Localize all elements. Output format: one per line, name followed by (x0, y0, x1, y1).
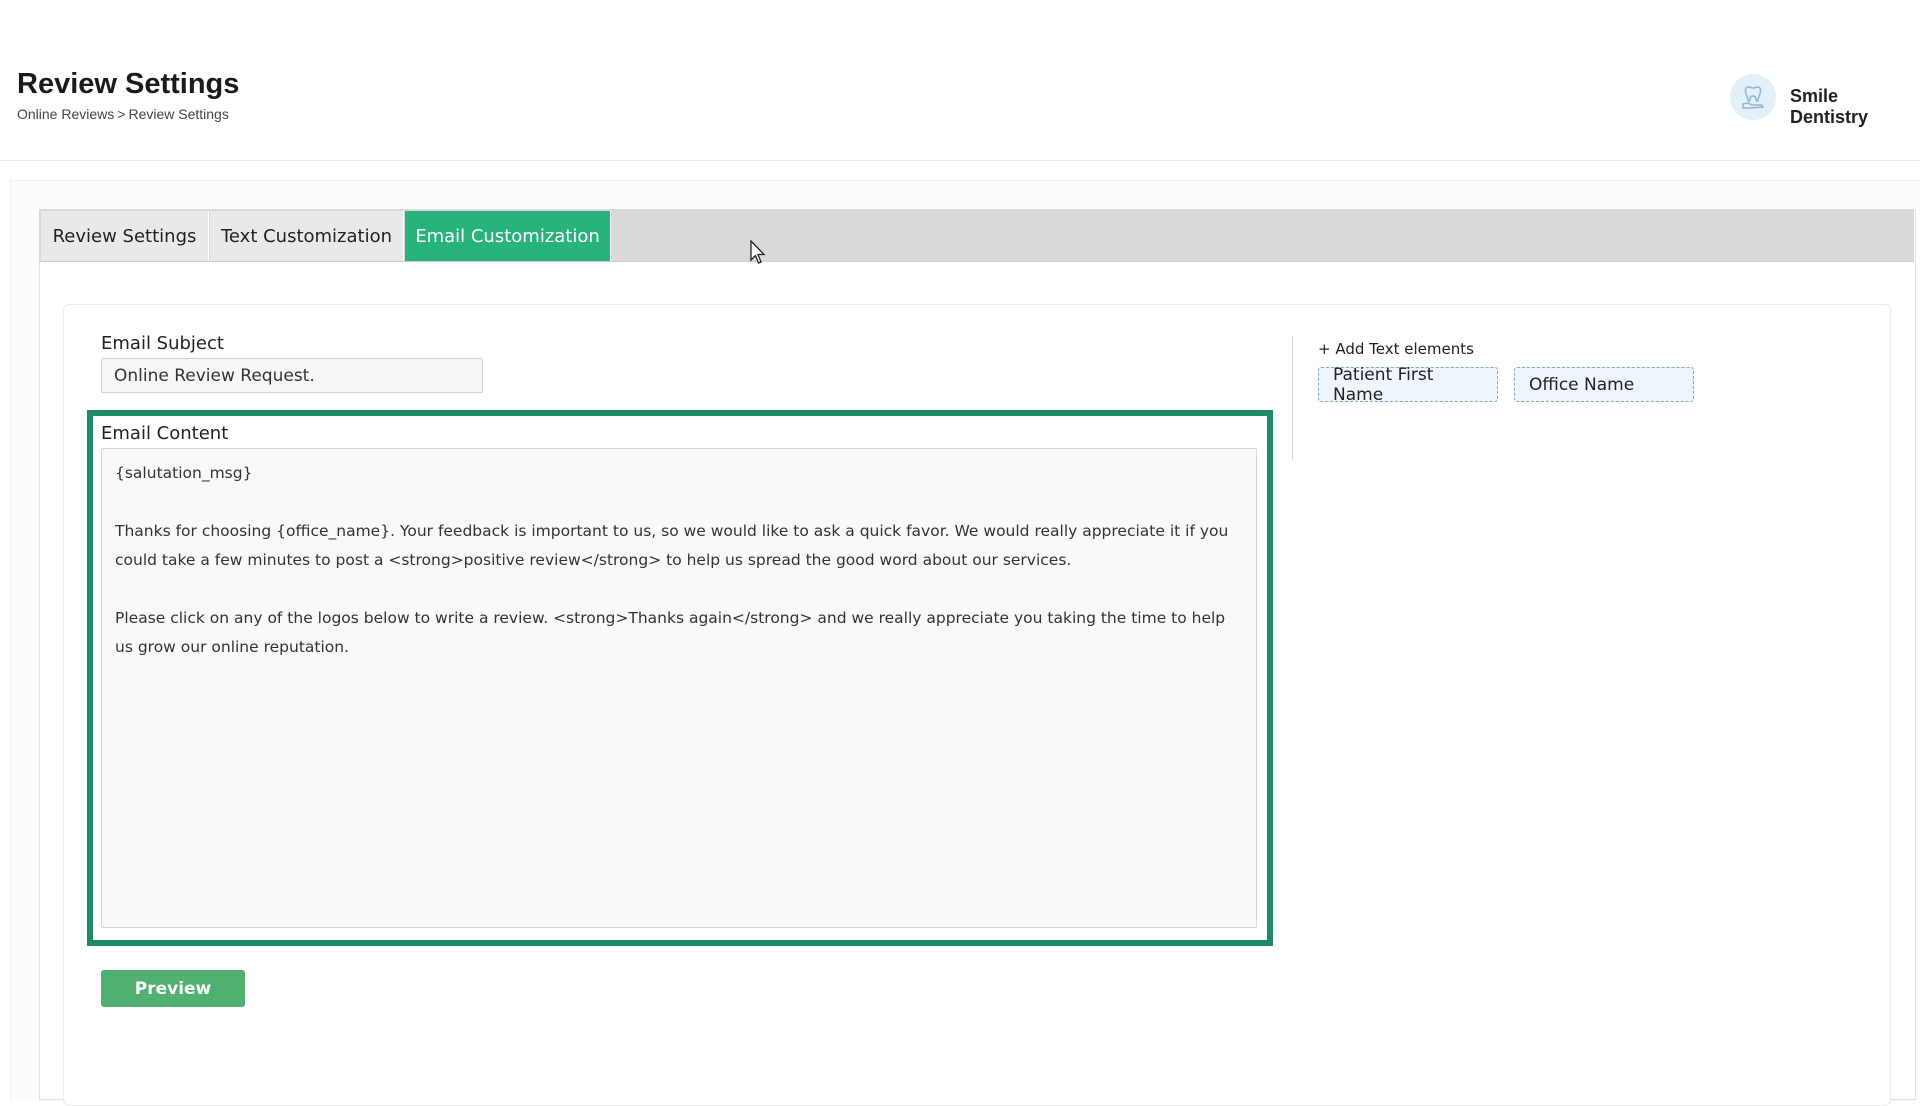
content-line-salutation: {salutation_msg} (115, 464, 253, 482)
email-subject-label: Email Subject (101, 333, 224, 354)
chip-office-name[interactable]: Office Name (1514, 367, 1694, 402)
page-title: Review Settings (17, 68, 240, 100)
breadcrumb-separator: > (117, 106, 126, 122)
preview-button[interactable]: Preview (101, 970, 245, 1007)
add-text-elements-label: + Add Text elements (1318, 340, 1474, 358)
breadcrumb-parent[interactable]: Online Reviews (17, 106, 114, 122)
breadcrumb-current: Review Settings (128, 106, 229, 122)
mouse-cursor-icon (750, 239, 766, 270)
tab-text-customization[interactable]: Text Customization (210, 211, 404, 261)
tab-review-settings[interactable]: Review Settings (41, 211, 209, 261)
tooth-hand-icon[interactable] (1730, 74, 1776, 120)
email-subject-input[interactable] (101, 358, 483, 393)
breadcrumb: Online Reviews > Review Settings (17, 106, 229, 122)
office-name[interactable]: Smile Dentistry (1790, 86, 1920, 128)
email-content-textarea[interactable]: {salutation_msg} Thanks for choosing {of… (101, 448, 1257, 928)
email-content-label: Email Content (101, 423, 229, 444)
chip-patient-first-name[interactable]: Patient First Name (1318, 365, 1498, 405)
tab-email-customization[interactable]: Email Customization (405, 211, 611, 261)
content-paragraph-2: Please click on any of the logos below t… (115, 609, 1231, 656)
page-header: Review Settings Online Reviews > Review Se… (0, 0, 1920, 161)
section-divider (1292, 336, 1293, 460)
content-paragraph-1: Thanks for choosing {office_name}. Your … (115, 522, 1234, 569)
